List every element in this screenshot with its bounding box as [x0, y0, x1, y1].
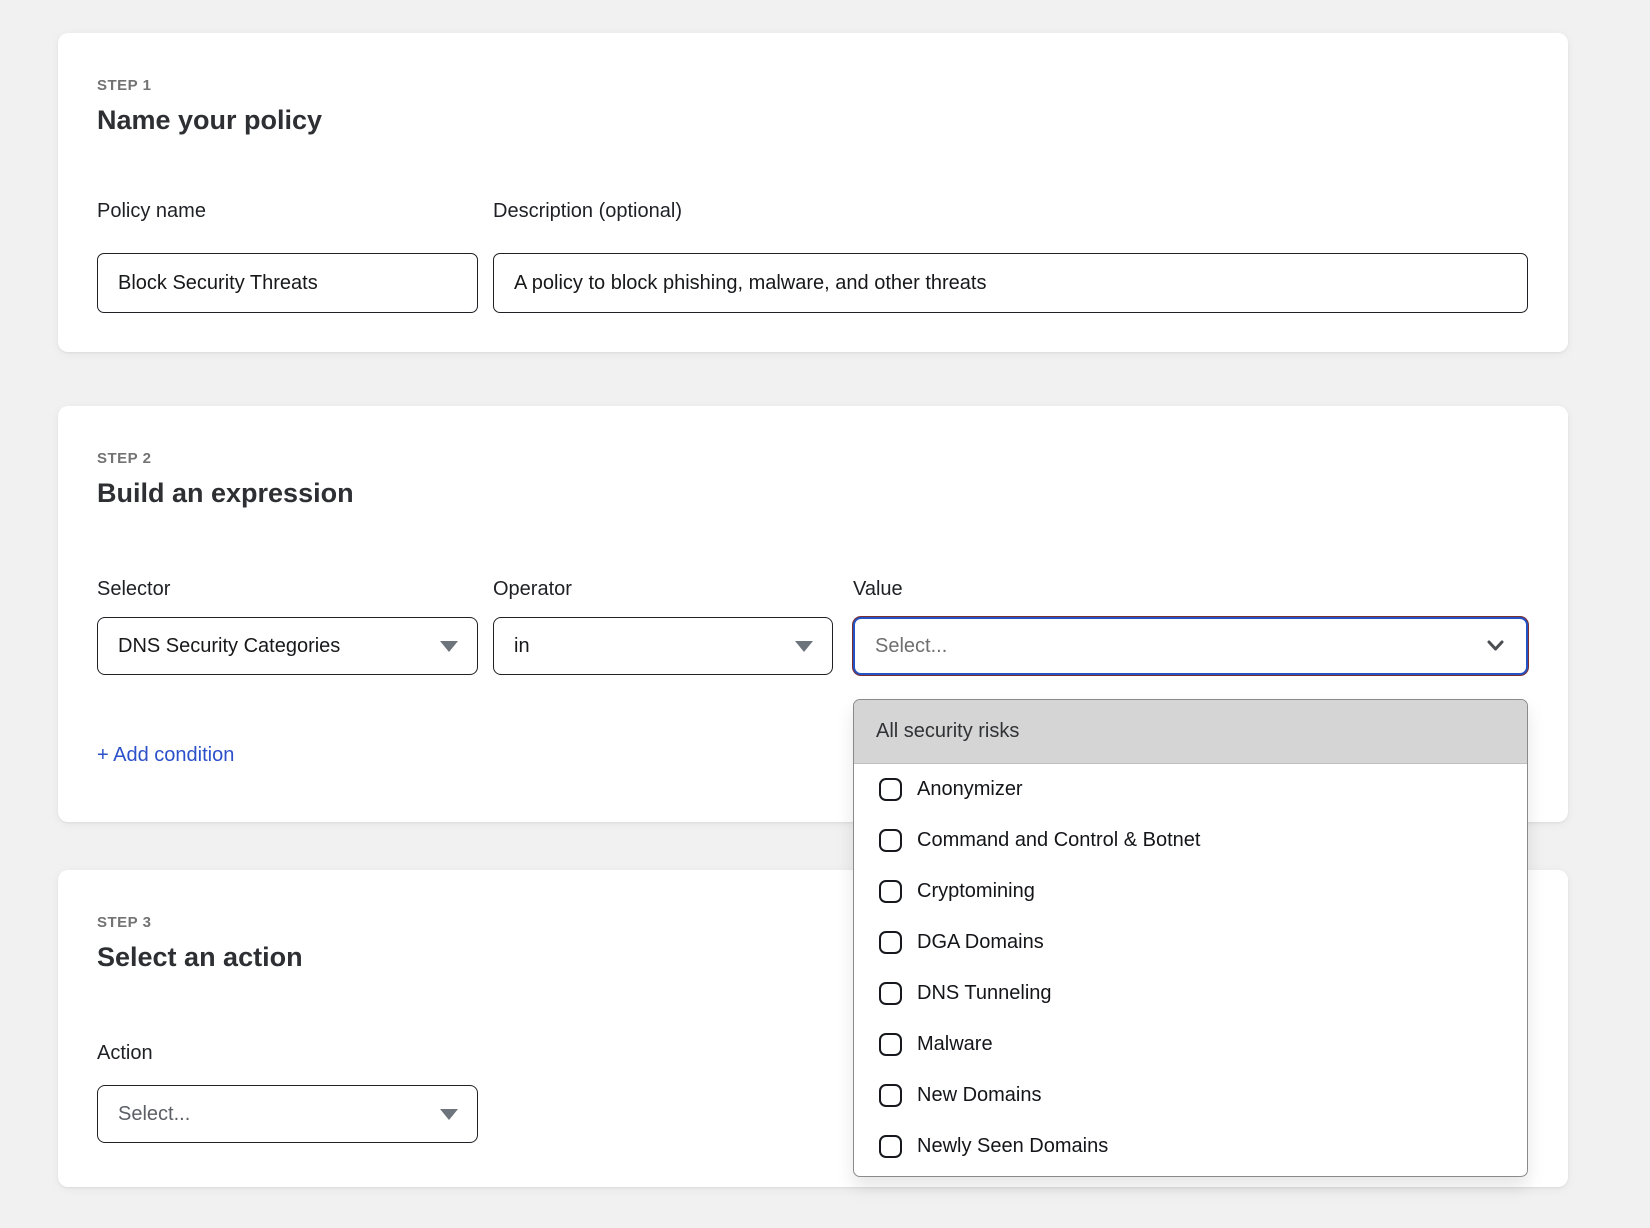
option-label: DGA Domains — [917, 931, 1044, 954]
value-select-placeholder: Select... — [875, 635, 947, 658]
option-label: Command and Control & Botnet — [917, 829, 1201, 852]
value-label: Value — [853, 578, 903, 601]
menu-option-newly-seen-domains[interactable]: Newly Seen Domains — [854, 1121, 1527, 1172]
operator-label: Operator — [493, 578, 572, 601]
option-checkbox[interactable] — [879, 1084, 902, 1107]
dropdown-arrow-icon — [795, 641, 813, 652]
step1-card: STEP 1 Name your policy Policy name Desc… — [58, 33, 1568, 352]
option-checkbox[interactable] — [879, 778, 902, 801]
value-select[interactable]: Select... — [853, 617, 1528, 675]
add-condition-link[interactable]: + Add condition — [97, 744, 234, 767]
operator-select[interactable]: in — [493, 617, 833, 675]
policy-builder-page: { "colors": { "page_bg": "#f1f1f1", "foc… — [0, 0, 1650, 1228]
step2-title: Build an expression — [97, 478, 354, 509]
menu-option-malware[interactable]: Malware — [854, 1019, 1527, 1070]
menu-option-anonymizer[interactable]: Anonymizer — [854, 764, 1527, 815]
option-checkbox[interactable] — [879, 982, 902, 1005]
option-checkbox[interactable] — [879, 931, 902, 954]
option-checkbox[interactable] — [879, 829, 902, 852]
option-checkbox[interactable] — [879, 1135, 902, 1158]
option-checkbox[interactable] — [879, 880, 902, 903]
value-dropdown-menu: All security risks Anonymizer Command an… — [853, 699, 1528, 1177]
step1-title: Name your policy — [97, 105, 322, 136]
selector-select[interactable]: DNS Security Categories — [97, 617, 478, 675]
step3-label: STEP 3 — [97, 914, 151, 931]
selector-select-value: DNS Security Categories — [118, 635, 340, 658]
menu-option-new-domains[interactable]: New Domains — [854, 1070, 1527, 1121]
option-label: DNS Tunneling — [917, 982, 1052, 1005]
description-input[interactable] — [493, 253, 1528, 313]
option-label: Newly Seen Domains — [917, 1135, 1108, 1158]
policy-name-label: Policy name — [97, 200, 206, 223]
step1-label: STEP 1 — [97, 77, 151, 94]
description-label: Description (optional) — [493, 200, 682, 223]
option-label: Anonymizer — [917, 778, 1023, 801]
step2-label: STEP 2 — [97, 450, 151, 467]
action-label: Action — [97, 1042, 153, 1065]
option-label: New Domains — [917, 1084, 1041, 1107]
menu-group-header: All security risks — [854, 700, 1527, 764]
menu-option-command-and-control-botnet[interactable]: Command and Control & Botnet — [854, 815, 1527, 866]
operator-select-value: in — [514, 635, 530, 658]
action-select-placeholder: Select... — [118, 1103, 190, 1126]
option-label: Malware — [917, 1033, 993, 1056]
chevron-down-icon — [1487, 639, 1504, 653]
action-select[interactable]: Select... — [97, 1085, 478, 1143]
selector-label: Selector — [97, 578, 170, 601]
option-label: Cryptomining — [917, 880, 1035, 903]
menu-option-dns-tunneling[interactable]: DNS Tunneling — [854, 968, 1527, 1019]
step3-title: Select an action — [97, 942, 303, 973]
menu-option-cryptomining[interactable]: Cryptomining — [854, 866, 1527, 917]
option-checkbox[interactable] — [879, 1033, 902, 1056]
policy-name-input[interactable] — [97, 253, 478, 313]
dropdown-arrow-icon — [440, 641, 458, 652]
dropdown-arrow-icon — [440, 1109, 458, 1120]
menu-option-dga-domains[interactable]: DGA Domains — [854, 917, 1527, 968]
